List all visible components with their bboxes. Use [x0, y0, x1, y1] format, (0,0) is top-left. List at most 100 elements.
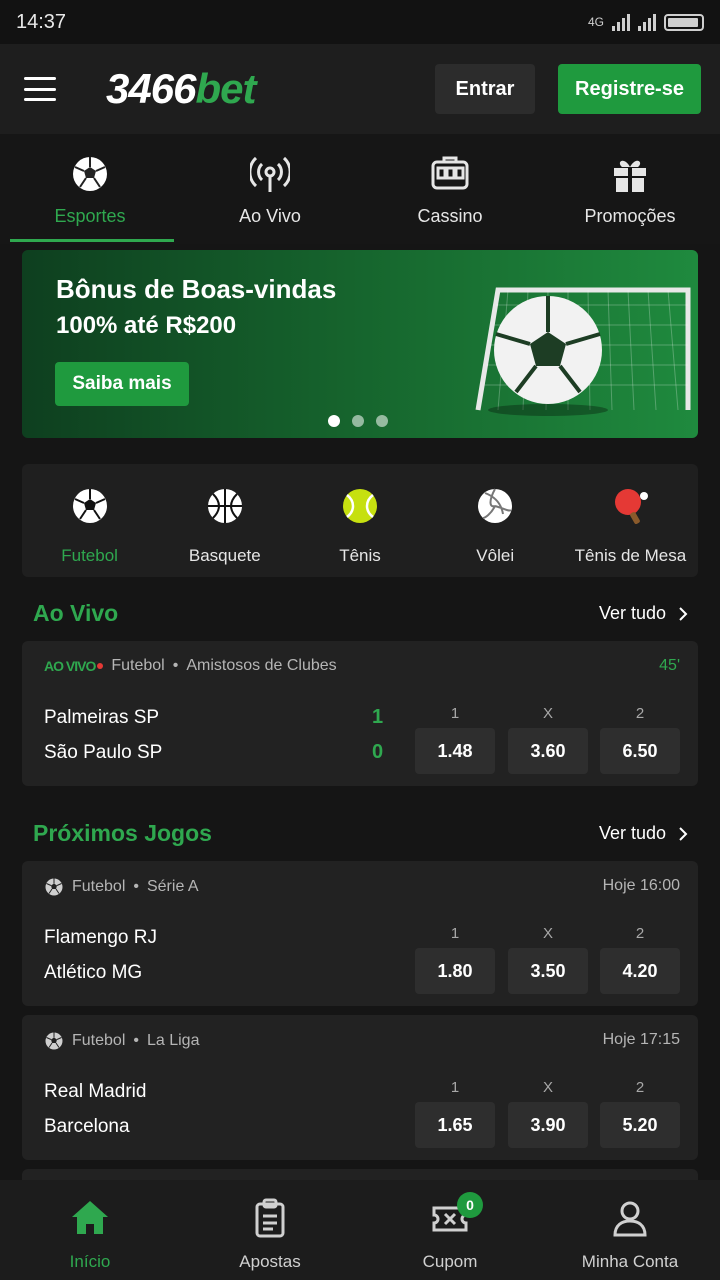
away-team: Barcelona [44, 1116, 130, 1137]
sport-label: Basquete [188, 546, 261, 565]
login-button[interactable]: Entrar [435, 64, 535, 114]
clipboard-icon [255, 1198, 285, 1238]
odd-button-away[interactable]: 5.20 [600, 1102, 680, 1148]
tab-label: Promoções [584, 206, 676, 226]
network-type: 4G [587, 15, 604, 29]
odd-button-home[interactable]: 1.48 [415, 728, 495, 774]
match-sport: Futebol [72, 878, 126, 895]
carousel-dot[interactable] [376, 415, 388, 427]
odd-button-home[interactable]: 1.80 [415, 948, 495, 994]
separator-dot: • [133, 878, 139, 895]
nav-label: Início [69, 1252, 111, 1271]
chevron-right-icon [679, 826, 688, 841]
odd-button-away[interactable]: 6.50 [600, 728, 680, 774]
match-league: Série A [146, 878, 199, 895]
odd-button-draw[interactable]: 3.90 [508, 1102, 588, 1148]
sport-tenis-de-mesa[interactable]: Tênis de Mesa [563, 464, 698, 577]
see-all-link[interactable]: Ver tudo [599, 603, 688, 624]
soccer-ball-icon [45, 878, 63, 896]
banner-title: Bônus de Boas-vindas [56, 274, 337, 304]
home-team: Palmeiras SP [44, 707, 160, 728]
sports-categories: Futebol Basquete Tênis Vôlei Tênis de Me… [22, 464, 698, 577]
bottom-navigation: Início Apostas 0 Cupom Minha Conta [0, 1180, 720, 1280]
nav-cupom[interactable]: 0 Cupom [360, 1180, 540, 1280]
nav-inicio[interactable]: Início [0, 1180, 180, 1280]
gift-icon [614, 160, 646, 192]
match-meta: Futebol • La Liga [44, 1031, 199, 1051]
match-league: La Liga [146, 1032, 200, 1049]
upcoming-match-card[interactable]: Futebol • La Liga Hoje 17:15 Real Madrid… [22, 1015, 698, 1160]
tab-ao-vivo[interactable]: Ao Vivo [180, 134, 360, 244]
sport-label: Tênis [339, 546, 381, 565]
carousel-dots[interactable] [328, 415, 388, 427]
home-icon [72, 1201, 108, 1234]
carousel-dot[interactable] [328, 415, 340, 427]
away-score: 0 [372, 741, 384, 763]
broadcast-icon [250, 156, 290, 192]
odd-header-home: 1 [450, 705, 460, 722]
odd-header-home: 1 [450, 925, 460, 942]
odd-header-away: 2 [635, 705, 645, 722]
soccer-ball-icon [45, 1032, 63, 1050]
sport-tenis[interactable]: Tênis [292, 464, 427, 577]
match-start-time: Hoje 16:00 [602, 877, 680, 894]
separator-dot: • [172, 657, 179, 674]
odd-header-away: 2 [635, 925, 645, 942]
tab-label: Esportes [54, 206, 126, 226]
sport-label: Futebol [61, 546, 118, 565]
promo-banner[interactable]: Bônus de Boas-vindas 100% até R$200 Saib… [22, 250, 698, 438]
carousel-dot[interactable] [352, 415, 364, 427]
upcoming-match-card[interactable]: Futebol • Série A Hoje 16:00 Flamengo RJ… [22, 861, 698, 1006]
see-all-link[interactable]: Ver tudo [599, 823, 688, 844]
tab-cassino[interactable]: Cassino [360, 134, 540, 244]
battery-icon [664, 13, 704, 31]
live-match-card[interactable]: AO VIVO Futebol • Amistosos de Clubes 45… [22, 641, 698, 786]
banner-cta-button[interactable]: Saiba mais [55, 362, 189, 406]
odd-header-away: 2 [635, 1079, 645, 1096]
match-sport: Futebol [72, 1032, 126, 1049]
tab-promocoes[interactable]: Promoções [540, 134, 720, 244]
home-score: 1 [372, 706, 384, 728]
away-team: São Paulo SP [44, 742, 163, 763]
status-bar: 14:37 4G [0, 0, 720, 44]
soccer-goal-illustration [475, 287, 691, 416]
sport-futebol[interactable]: Futebol [22, 464, 157, 577]
signal-icon [612, 13, 630, 31]
see-all-label: Ver tudo [598, 823, 666, 843]
tab-esportes[interactable]: Esportes [0, 134, 180, 244]
sport-basquete[interactable]: Basquete [157, 464, 292, 577]
section-title: Próximos Jogos [33, 820, 212, 846]
register-button[interactable]: Registre-se [558, 64, 701, 114]
logo-suffix: bet [195, 65, 256, 112]
status-time: 14:37 [16, 10, 67, 33]
odd-button-away[interactable]: 4.20 [600, 948, 680, 994]
coupon-count-badge: 0 [457, 1192, 483, 1218]
sport-volei[interactable]: Vôlei [428, 464, 563, 577]
live-dot [97, 663, 104, 669]
match-league: Amistosos de Clubes [186, 657, 337, 674]
brand-logo[interactable]: 3466bet [106, 65, 256, 113]
basketball-icon [207, 489, 242, 523]
nav-minha-conta[interactable]: Minha Conta [540, 1180, 720, 1280]
nav-label: Apostas [239, 1252, 301, 1271]
match-minute: 45' [659, 657, 680, 674]
sport-label: Tênis de Mesa [574, 546, 687, 565]
soccer-ball-icon [72, 489, 107, 523]
odd-header-draw: X [542, 1079, 553, 1096]
hamburger-menu-icon[interactable] [20, 74, 60, 104]
live-badge: AO VIVO [44, 658, 96, 674]
live-section-header: Ao Vivo Ver tudo [33, 600, 688, 627]
main-tabs: Esportes Ao Vivo Cassino Promoções [0, 134, 720, 244]
chevron-right-icon [679, 606, 688, 621]
tennis-ball-icon [343, 489, 377, 523]
odd-button-draw[interactable]: 3.60 [508, 728, 588, 774]
away-team: Atlético MG [44, 962, 143, 983]
match-meta: AO VIVO Futebol • Amistosos de Clubes [44, 657, 337, 675]
sport-label: Vôlei [476, 546, 515, 565]
odd-button-draw[interactable]: 3.50 [508, 948, 588, 994]
logo-number: 3466 [106, 65, 196, 112]
odd-button-home[interactable]: 1.65 [415, 1102, 495, 1148]
match-sport: Futebol [111, 657, 165, 674]
nav-apostas[interactable]: Apostas [180, 1180, 360, 1280]
soccer-ball-icon [73, 157, 107, 191]
